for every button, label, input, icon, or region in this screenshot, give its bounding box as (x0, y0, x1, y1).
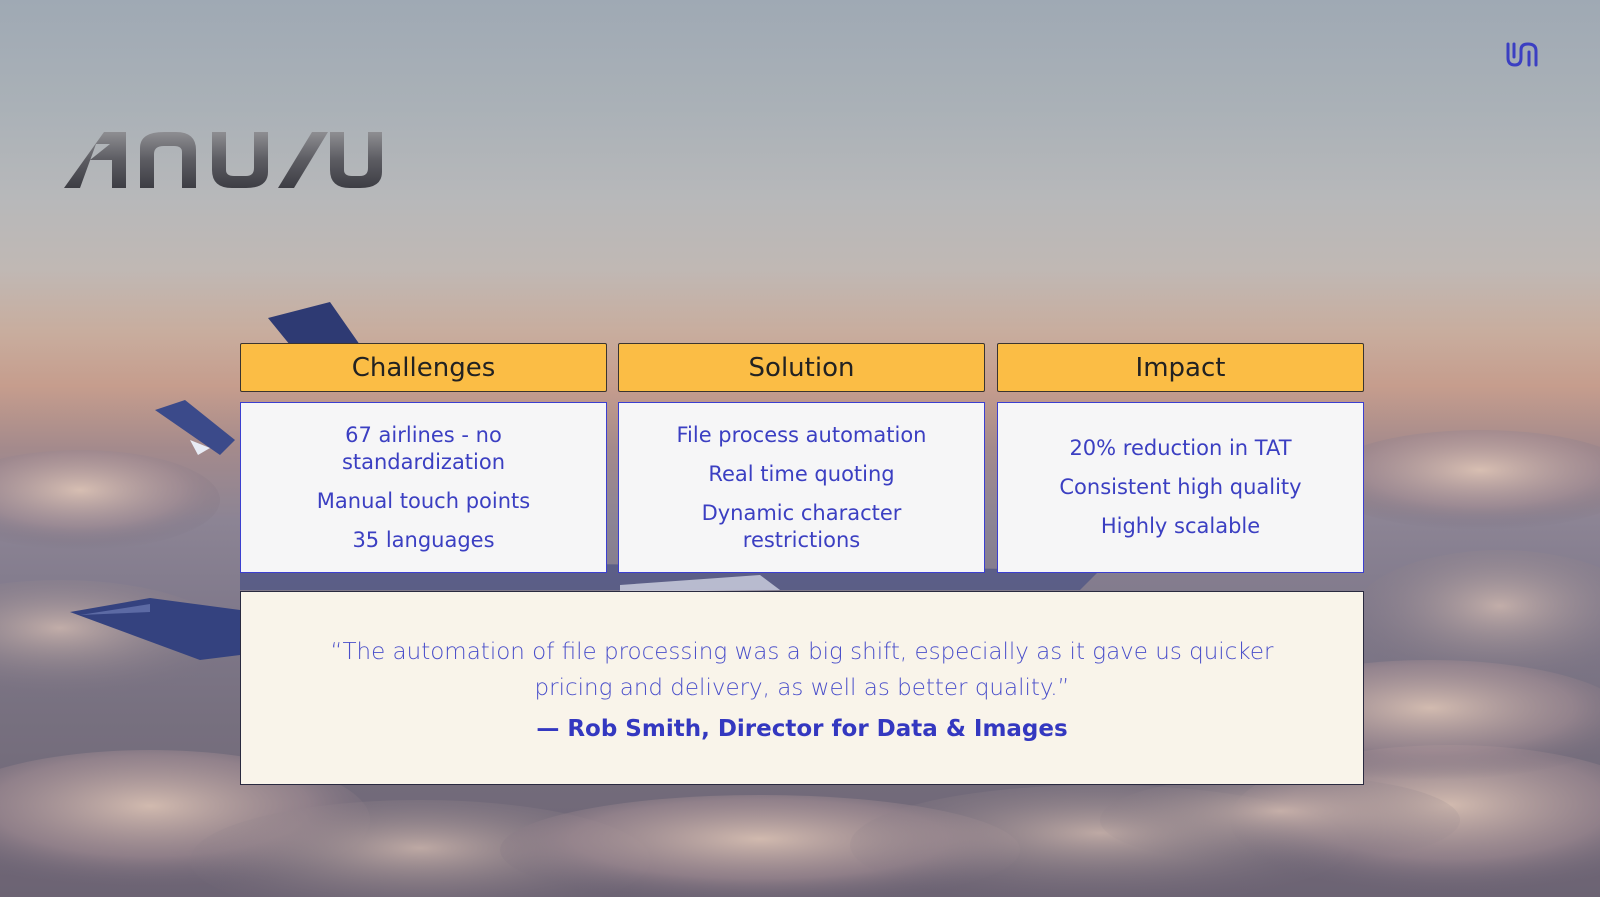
solution-item: Real time quoting (708, 461, 895, 486)
impact-header: Impact (997, 343, 1364, 392)
impact-item: Consistent high quality (1059, 475, 1302, 499)
slide: Challenges 67 airlines - no standardizat… (0, 0, 1600, 897)
challenge-item: Manual touch points (316, 488, 531, 513)
solution-item: File process automation (676, 422, 927, 447)
solution-item: Dynamic character restrictions (701, 500, 902, 552)
solution-header: Solution (618, 343, 985, 392)
challenge-item: 35 languages (352, 527, 495, 552)
impact-content: 20% reduction in TAT Consistent high qua… (997, 402, 1364, 573)
challenge-item: 67 airlines - no standardization (341, 422, 506, 474)
testimonial-quote: “The automation of file processing was a… (330, 639, 1274, 701)
testimonial-box: “The automation of file processing was a… (240, 591, 1364, 785)
impact-item: Highly scalable (1100, 514, 1261, 538)
testimonial-author: — Rob Smith, Director for Data & Images (536, 716, 1068, 742)
anuvu-mark-icon (1506, 42, 1538, 67)
impact-item: 20% reduction in TAT (1069, 436, 1292, 460)
anuvu-wordmark-logo (64, 132, 382, 188)
solution-content: File process automation Real time quotin… (618, 402, 985, 573)
challenges-content: 67 airlines - no standardization Manual … (240, 402, 607, 573)
challenges-header: Challenges (240, 343, 607, 392)
